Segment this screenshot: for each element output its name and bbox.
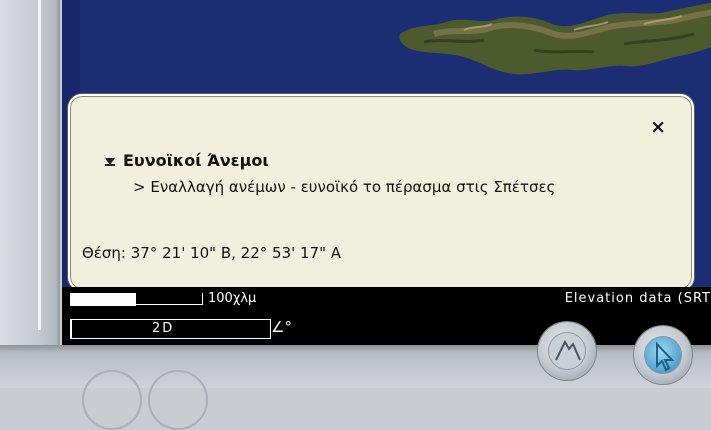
nav-ring-center[interactable] [148,370,208,430]
elevation-credit: Elevation data (SRT [564,291,711,306]
select-button[interactable] [634,326,692,384]
expand-triangle-icon[interactable] [105,158,115,166]
close-icon[interactable]: × [650,118,666,137]
view-mode-slider[interactable]: 2D [70,319,271,339]
popup-item-link[interactable]: > Εναλλαγή ανέμων - ευνοϊκό το πέρασμα σ… [133,178,555,196]
popup-title[interactable]: Ευνοϊκοί Άνεμοι [105,151,269,170]
scale-bar-black [136,293,203,305]
scale-bar-white [70,293,136,306]
nav-ring-left[interactable] [82,370,142,430]
info-popup: × Ευνοϊκοί Άνεμοι > Εναλλαγή ανέμων - ευ… [68,94,694,291]
crete-island [399,2,711,75]
cursor-icon [656,341,675,372]
window-frame-left [0,0,60,388]
terrain-button[interactable] [538,322,596,380]
popup-position: Θέση: 37° 21' 10" Β, 22° 53' 17" Α [82,244,342,262]
frame-highlight [38,0,41,330]
status-bar: 100χλμ Elevation data (SRT 2D ∠° [62,287,711,345]
tilt-angle: ∠° [271,318,292,336]
mountain-icon [555,339,581,361]
scale-label: 100χλμ [208,291,257,306]
view-mode-label: 2D [152,321,175,336]
popup-title-text: Ευνοϊκοί Άνεμοι [123,151,269,170]
